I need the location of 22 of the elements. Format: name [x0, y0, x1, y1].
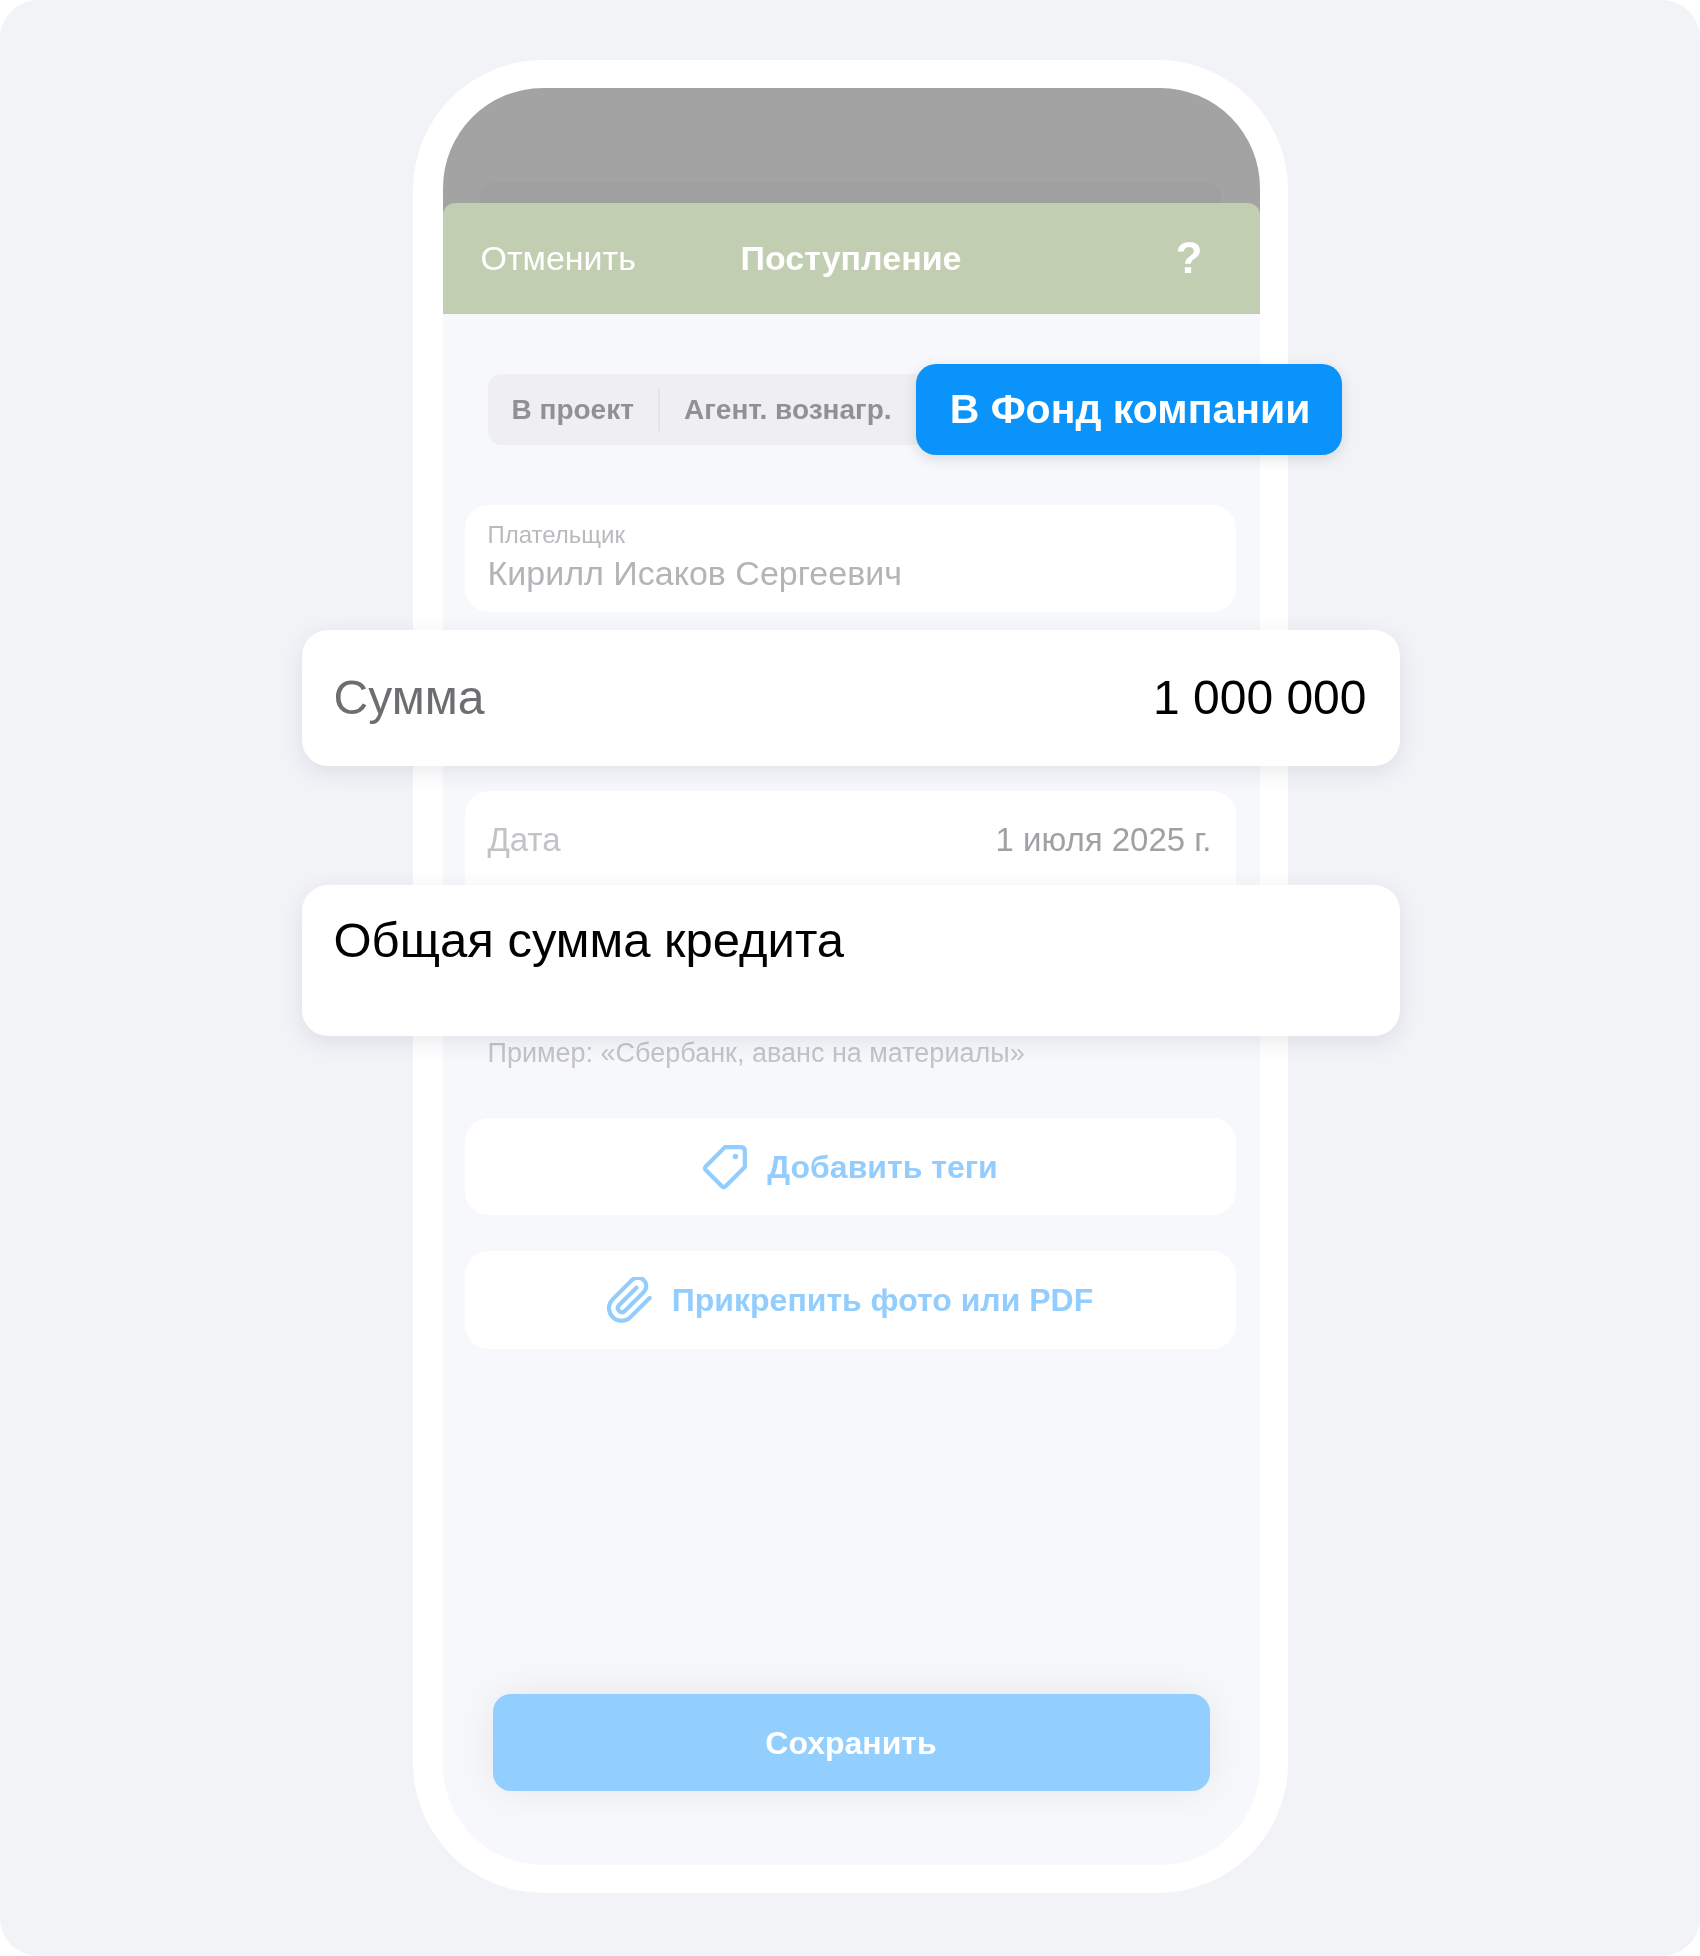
payer-field[interactable]: Плательщик Кирилл Исаков Сергеевич: [464, 505, 1236, 612]
cancel-button[interactable]: Отменить: [480, 238, 636, 279]
comment-text: Общая сумма кредита: [333, 913, 845, 968]
date-label: Дата: [487, 821, 561, 859]
comment-card[interactable]: Общая сумма кредита: [301, 885, 1400, 1036]
add-tags-button[interactable]: Добавить теги: [464, 1118, 1236, 1216]
help-button[interactable]: ?: [1175, 234, 1203, 283]
segment-tab[interactable]: В проект: [487, 392, 658, 427]
field-label: Плательщик: [487, 521, 625, 550]
segment-tab[interactable]: В Фонд компании: [915, 364, 1343, 455]
date-field[interactable]: Дата 1 июля 2025 г.: [464, 791, 1236, 885]
save-button[interactable]: Сохранить: [492, 1694, 1210, 1791]
amount-card[interactable]: Сумма 1 000 000: [301, 630, 1400, 766]
date-value: 1 июля 2025 г.: [995, 821, 1212, 859]
field-value: Кирилл Исаков Сергеевич: [487, 553, 902, 593]
attach-button[interactable]: Прикрепить фото или PDF: [464, 1251, 1236, 1350]
amount-label: Сумма: [333, 670, 485, 726]
paperclip-icon: [606, 1277, 653, 1324]
screen-title: Поступление: [740, 238, 962, 279]
amount-value: 1 000 000: [1152, 670, 1367, 726]
segment-tab[interactable]: Агент. вознагр.: [659, 392, 916, 427]
tag-icon: [702, 1143, 749, 1190]
